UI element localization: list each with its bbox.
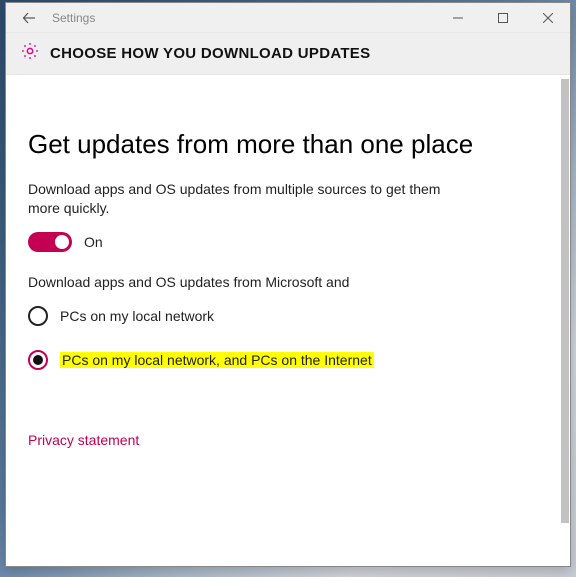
option-label: PCs on my local network, and PCs on the … — [60, 352, 374, 368]
option-label: PCs on my local network — [60, 308, 214, 324]
source-description: Download apps and OS updates from Micros… — [28, 274, 538, 290]
section-heading: Get updates from more than one place — [28, 129, 538, 160]
section-description: Download apps and OS updates from multip… — [28, 180, 468, 218]
back-arrow-icon — [21, 10, 37, 26]
window-controls — [435, 3, 570, 33]
option-local-and-internet[interactable]: PCs on my local network, and PCs on the … — [28, 350, 538, 370]
privacy-statement-link[interactable]: Privacy statement — [28, 432, 139, 448]
radio-icon — [28, 350, 48, 370]
maximize-icon — [498, 13, 508, 23]
maximize-button[interactable] — [480, 3, 525, 33]
window-title: Settings — [52, 11, 435, 25]
toggle-state-label: On — [84, 234, 103, 250]
settings-window: Settings CHOOSE HOW YOU DOWNLOAD UPDATES… — [5, 2, 571, 567]
delivery-optimization-toggle-row: On — [28, 232, 538, 252]
titlebar: Settings — [6, 3, 570, 33]
toggle-knob-icon — [55, 235, 69, 249]
vertical-scrollbar[interactable] — [561, 79, 569, 562]
page-header-title: CHOOSE HOW YOU DOWNLOAD UPDATES — [50, 45, 370, 62]
spacer — [28, 394, 538, 432]
content-area: Get updates from more than one place Dow… — [6, 75, 570, 566]
scrollbar-thumb[interactable] — [561, 79, 569, 523]
page-header: CHOOSE HOW YOU DOWNLOAD UPDATES — [6, 33, 570, 75]
option-local-network[interactable]: PCs on my local network — [28, 306, 538, 326]
back-button[interactable] — [6, 3, 52, 33]
minimize-icon — [453, 13, 463, 23]
delivery-optimization-toggle[interactable] — [28, 232, 72, 252]
radio-icon — [28, 306, 48, 326]
minimize-button[interactable] — [435, 3, 480, 33]
gear-icon — [20, 41, 40, 66]
close-icon — [543, 13, 553, 23]
content: Get updates from more than one place Dow… — [6, 75, 560, 566]
close-button[interactable] — [525, 3, 570, 33]
